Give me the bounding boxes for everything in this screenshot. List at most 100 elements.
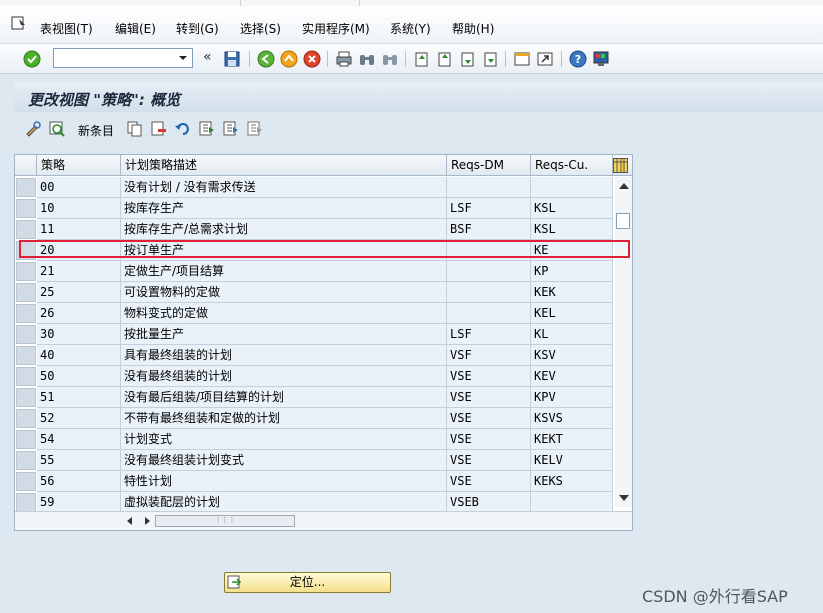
scroll-right-icon[interactable] bbox=[145, 517, 150, 525]
table-row[interactable]: 50 没有最终组装的计划 VSE KEV bbox=[15, 366, 613, 387]
table-row[interactable]: 54 计划变式 VSE KEKT bbox=[15, 429, 613, 450]
table-row[interactable]: 40 具有最终组装的计划 VSF KSV bbox=[15, 345, 613, 366]
row-selector[interactable] bbox=[16, 304, 36, 323]
cell-description[interactable]: 没有最终组装的计划 bbox=[121, 366, 447, 387]
collapse-chevron-icon[interactable]: « bbox=[203, 49, 212, 65]
last-page-icon[interactable] bbox=[482, 50, 500, 68]
cell-description[interactable]: 按订单生产 bbox=[121, 240, 447, 261]
row-selector[interactable] bbox=[16, 325, 36, 344]
cell-reqs-dm[interactable]: VSE bbox=[447, 408, 531, 429]
cell-reqs-dm[interactable]: VSE bbox=[447, 387, 531, 408]
row-selector[interactable] bbox=[16, 367, 36, 386]
scroll-up-icon[interactable] bbox=[619, 183, 629, 189]
cell-strategy[interactable]: 11 bbox=[37, 219, 121, 240]
cell-reqs-dm[interactable] bbox=[447, 303, 531, 324]
cell-strategy[interactable]: 00 bbox=[37, 177, 121, 198]
menu-icon[interactable] bbox=[10, 15, 28, 31]
cell-strategy[interactable]: 30 bbox=[37, 324, 121, 345]
column-settings-icon[interactable] bbox=[613, 158, 628, 173]
menu-goto[interactable]: 转到(G) bbox=[176, 20, 219, 37]
cell-description[interactable]: 按库存生产/总需求计划 bbox=[121, 219, 447, 240]
row-selector[interactable] bbox=[16, 451, 36, 470]
row-selector[interactable] bbox=[16, 262, 36, 281]
cell-reqs-dm[interactable]: LSF bbox=[447, 198, 531, 219]
details-icon[interactable] bbox=[48, 120, 66, 138]
cell-description[interactable]: 按库存生产 bbox=[121, 198, 447, 219]
table-row[interactable]: 10 按库存生产 LSF KSL bbox=[15, 198, 613, 219]
cell-reqs-cu[interactable]: KEKT bbox=[531, 429, 613, 450]
cell-description[interactable]: 没有计划 / 没有需求传送 bbox=[121, 177, 447, 198]
table-row[interactable]: 56 特性计划 VSE KEKS bbox=[15, 471, 613, 492]
command-input[interactable] bbox=[54, 49, 172, 67]
hscroll-thumb[interactable]: ⋮⋮⋮ bbox=[155, 515, 295, 527]
cell-reqs-dm[interactable]: LSF bbox=[447, 324, 531, 345]
cancel-icon[interactable] bbox=[303, 50, 321, 68]
back-icon[interactable] bbox=[257, 50, 275, 68]
cell-strategy[interactable]: 10 bbox=[37, 198, 121, 219]
cell-reqs-cu[interactable]: KP bbox=[531, 261, 613, 282]
cell-reqs-dm[interactable]: VSE bbox=[447, 429, 531, 450]
cell-reqs-dm[interactable]: VSE bbox=[447, 450, 531, 471]
row-selector[interactable] bbox=[16, 430, 36, 449]
scroll-thumb[interactable] bbox=[616, 213, 630, 229]
col-header-reqs-dm[interactable]: Reqs-DM bbox=[447, 155, 531, 176]
cell-strategy[interactable]: 21 bbox=[37, 261, 121, 282]
select-all-icon[interactable] bbox=[198, 120, 216, 138]
cell-reqs-cu[interactable]: KEL bbox=[531, 303, 613, 324]
cell-reqs-dm[interactable] bbox=[447, 261, 531, 282]
cell-reqs-dm[interactable]: VSF bbox=[447, 345, 531, 366]
cell-description[interactable]: 虚拟装配层的计划 bbox=[121, 492, 447, 513]
scroll-down-icon[interactable] bbox=[619, 495, 629, 501]
cell-description[interactable]: 特性计划 bbox=[121, 471, 447, 492]
table-row[interactable]: 59 虚拟装配层的计划 VSEB bbox=[15, 492, 613, 513]
row-selector[interactable] bbox=[16, 220, 36, 239]
vertical-scrollbar[interactable] bbox=[615, 177, 632, 507]
cell-strategy[interactable]: 51 bbox=[37, 387, 121, 408]
cell-reqs-cu[interactable]: KPV bbox=[531, 387, 613, 408]
cell-strategy[interactable]: 26 bbox=[37, 303, 121, 324]
cell-strategy[interactable]: 59 bbox=[37, 492, 121, 513]
select-block-icon[interactable] bbox=[222, 120, 240, 138]
table-row[interactable]: 30 按批量生产 LSF KL bbox=[15, 324, 613, 345]
cell-reqs-cu[interactable]: KSL bbox=[531, 198, 613, 219]
find-icon[interactable] bbox=[358, 50, 376, 68]
next-page-icon[interactable] bbox=[459, 50, 477, 68]
row-selector[interactable] bbox=[16, 178, 36, 197]
cell-strategy[interactable]: 55 bbox=[37, 450, 121, 471]
menu-selection[interactable]: 选择(S) bbox=[240, 20, 281, 37]
cell-reqs-dm[interactable]: VSEB bbox=[447, 492, 531, 513]
deselect-all-icon[interactable] bbox=[246, 120, 264, 138]
cell-description[interactable]: 具有最终组装的计划 bbox=[121, 345, 447, 366]
cell-description[interactable]: 定做生产/项目结算 bbox=[121, 261, 447, 282]
cell-reqs-cu[interactable]: KSVS bbox=[531, 408, 613, 429]
select-all-cell[interactable] bbox=[15, 155, 37, 176]
cell-reqs-dm[interactable] bbox=[447, 240, 531, 261]
table-row[interactable]: 51 没有最后组装/项目结算的计划 VSE KPV bbox=[15, 387, 613, 408]
menu-help[interactable]: 帮助(H) bbox=[452, 20, 494, 37]
cell-reqs-dm[interactable] bbox=[447, 282, 531, 303]
cell-strategy[interactable]: 50 bbox=[37, 366, 121, 387]
row-selector[interactable] bbox=[16, 472, 36, 491]
delete-icon[interactable] bbox=[150, 120, 168, 138]
first-page-icon[interactable] bbox=[413, 50, 431, 68]
row-selector[interactable] bbox=[16, 409, 36, 428]
cell-reqs-dm[interactable] bbox=[447, 177, 531, 198]
cell-strategy[interactable]: 25 bbox=[37, 282, 121, 303]
cell-description[interactable]: 按批量生产 bbox=[121, 324, 447, 345]
undo-change-icon[interactable] bbox=[174, 120, 192, 138]
enter-check-icon[interactable] bbox=[23, 50, 41, 68]
row-selector[interactable] bbox=[16, 283, 36, 302]
menu-utilities[interactable]: 实用程序(M) bbox=[302, 20, 370, 37]
cell-description[interactable]: 物料变式的定做 bbox=[121, 303, 447, 324]
col-header-description[interactable]: 计划策略描述 bbox=[121, 155, 447, 176]
row-selector[interactable] bbox=[16, 241, 36, 260]
table-row[interactable]: 21 定做生产/项目结算 KP bbox=[15, 261, 613, 282]
save-icon[interactable] bbox=[223, 50, 241, 68]
cell-reqs-cu[interactable]: KSL bbox=[531, 219, 613, 240]
cell-reqs-cu[interactable]: KELV bbox=[531, 450, 613, 471]
col-header-reqs-cu[interactable]: Reqs-Cu. bbox=[531, 155, 613, 176]
cell-reqs-cu[interactable]: KL bbox=[531, 324, 613, 345]
display-change-icon[interactable] bbox=[24, 120, 42, 138]
cell-reqs-cu[interactable]: KEV bbox=[531, 366, 613, 387]
help-icon[interactable]: ? bbox=[569, 50, 587, 68]
